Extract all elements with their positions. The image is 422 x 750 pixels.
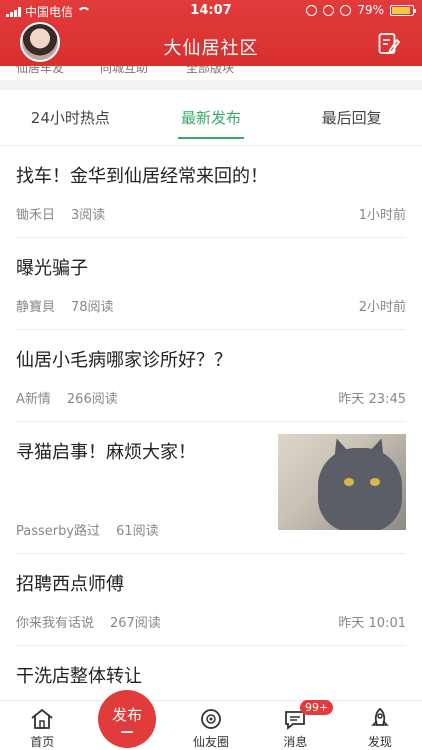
post-reads: 266阅读 <box>66 392 118 407</box>
category-item[interactable]: 仙居车友 <box>16 66 64 76</box>
post-author: Passerby路过 <box>16 524 101 539</box>
rocket-icon <box>371 707 389 726</box>
headphones-icon <box>340 4 352 16</box>
post-thumbnail-cat-photo[interactable] <box>278 434 406 530</box>
battery-percent: 79% <box>357 3 384 17</box>
friends-circle-icon <box>201 709 221 729</box>
post-reads: 267阅读 <box>110 616 161 631</box>
publish-button[interactable]: 发布 <box>98 690 156 748</box>
category-item[interactable]: 全部版块 <box>186 66 234 76</box>
post-item[interactable]: 寻猫启事！麻烦大家！ Passerby路过 61阅读 <box>16 422 406 554</box>
tab-last-reply[interactable]: 最后回复 <box>281 90 422 145</box>
post-title: 仙居小毛病哪家诊所好？？ <box>16 350 232 371</box>
status-bar: 中国电信 14:07 79% <box>0 0 422 22</box>
battery-icon <box>390 4 416 16</box>
post-title: 干洗店整体转让 <box>16 666 142 687</box>
post-meta: Passerby路过 61阅读 <box>16 520 159 539</box>
post-reads: 3阅读 <box>71 208 106 223</box>
tab-latest[interactable]: 最新发布 <box>141 90 282 145</box>
cat-eye <box>370 478 380 486</box>
post-item[interactable]: 曝光骗子 静寶貝 78阅读 2小时前 <box>16 238 406 330</box>
post-reads: 78阅读 <box>71 300 114 315</box>
post-meta: A新情 266阅读 <box>16 388 118 407</box>
post-time: 2小时前 <box>358 300 406 315</box>
post-time: 1小时前 <box>358 208 406 223</box>
post-item[interactable]: 找车！金华到仙居经常来回的！ 锄禾日 3阅读 1小时前 <box>16 146 406 238</box>
post-reads: 61阅读 <box>116 524 159 539</box>
post-title: 招聘西点师傅 <box>16 574 124 595</box>
top-header: 中国电信 14:07 79% 大仙居社区 <box>0 0 422 66</box>
post-author: 锄禾日 <box>16 208 56 223</box>
section-divider <box>0 80 422 90</box>
post-time: 昨天 10:01 <box>338 616 406 631</box>
post-meta: 静寶貝 78阅读 <box>16 296 114 315</box>
nav-home-label: 首页 <box>30 735 55 749</box>
nav-home[interactable]: 首页 <box>0 701 84 750</box>
post-author: 静寶貝 <box>16 300 56 315</box>
publish-indicator <box>121 731 133 733</box>
alarm-icon <box>323 4 335 16</box>
nav-discover[interactable]: 发现 <box>338 701 422 750</box>
tab-hot-24h[interactable]: 24小时热点 <box>0 90 141 145</box>
post-item[interactable]: 招聘西点师傅 你来我有话说 267阅读 昨天 10:01 <box>16 554 406 646</box>
post-item[interactable]: 仙居小毛病哪家诊所好？？ A新情 266阅读 昨天 23:45 <box>16 330 406 422</box>
publish-label: 发布 <box>111 706 142 724</box>
post-meta: 锄禾日 3阅读 <box>16 204 105 223</box>
category-strip: 仙居车友 同城互助 全部版块 <box>0 66 422 80</box>
nav-discover-label: 发现 <box>367 735 392 749</box>
status-right: 79% <box>306 3 416 17</box>
post-item[interactable]: 干洗店整体转让 <box>16 646 406 706</box>
category-item[interactable]: 同城互助 <box>100 66 148 76</box>
cat-eye <box>344 478 354 486</box>
tab-bar: 24小时热点 最新发布 最后回复 <box>0 90 422 146</box>
post-meta: 你来我有话说 267阅读 <box>16 612 161 631</box>
post-time: 昨天 23:45 <box>338 392 406 407</box>
page-title: 大仙居社区 <box>163 38 259 59</box>
rotation-lock-icon <box>306 4 318 16</box>
post-author: A新情 <box>16 392 51 407</box>
nav-messages-label: 消息 <box>283 735 308 749</box>
messages-badge: 99+ <box>300 700 334 715</box>
post-title: 寻猫启事！麻烦大家！ <box>16 442 196 463</box>
home-icon <box>31 708 53 729</box>
post-title: 找车！金华到仙居经常来回的！ <box>16 166 268 187</box>
edit-icon[interactable] <box>378 32 400 56</box>
cat-figure <box>318 448 402 530</box>
post-title: 曝光骗子 <box>16 258 88 279</box>
post-author: 你来我有话说 <box>16 616 95 631</box>
nav-friends[interactable]: 仙友圈 <box>169 701 253 750</box>
nav-friends-label: 仙友圈 <box>193 735 230 749</box>
bottom-nav: 首页 仙友圈 消息 发现 <box>0 700 422 750</box>
